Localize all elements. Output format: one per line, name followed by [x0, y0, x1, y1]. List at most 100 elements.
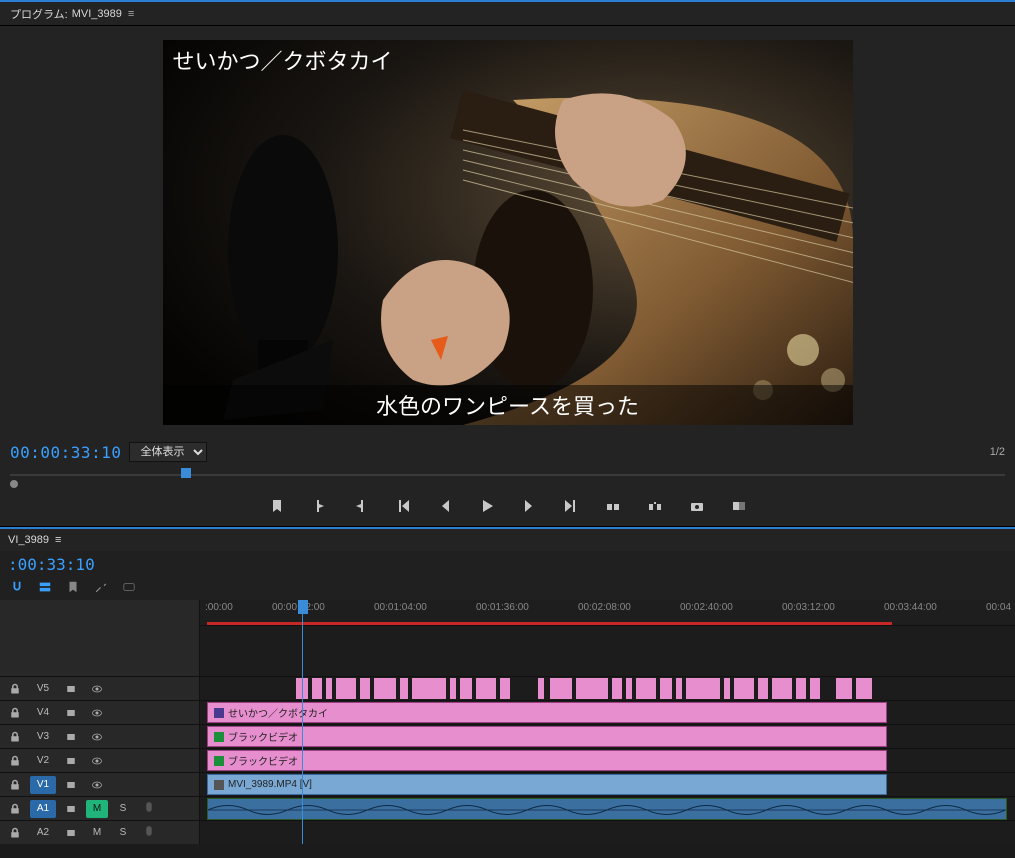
- track-v4[interactable]: せいかつ／クボタカイ: [200, 700, 1015, 724]
- panel-menu-icon[interactable]: ≡: [55, 534, 61, 546]
- eye-icon[interactable]: [86, 776, 108, 794]
- clip-segment[interactable]: [412, 678, 446, 699]
- clip-segment[interactable]: [576, 678, 608, 699]
- sync-lock-icon[interactable]: [60, 728, 82, 746]
- voiceover-icon[interactable]: [138, 824, 160, 842]
- clip-segment[interactable]: [724, 678, 730, 699]
- eye-icon[interactable]: [86, 752, 108, 770]
- clip-segment[interactable]: [550, 678, 572, 699]
- clip-segment[interactable]: [796, 678, 806, 699]
- clip-segment[interactable]: [460, 678, 472, 699]
- mute-button[interactable]: M: [86, 824, 108, 842]
- clip-segment[interactable]: [612, 678, 622, 699]
- track-header-v5[interactable]: V5: [0, 676, 199, 700]
- eye-icon[interactable]: [86, 704, 108, 722]
- track-header-a2[interactable]: A2 M S: [0, 820, 199, 844]
- clip-segment[interactable]: [836, 678, 852, 699]
- clip-segment[interactable]: [450, 678, 456, 699]
- clip-segment[interactable]: [326, 678, 332, 699]
- track-header-v4[interactable]: V4: [0, 700, 199, 724]
- caption-icon[interactable]: [120, 578, 138, 596]
- preview-viewport[interactable]: せいかつ／クボタカイ 水色のワンピースを買った: [0, 26, 1015, 438]
- clip-segment[interactable]: [676, 678, 682, 699]
- clip-segment[interactable]: [400, 678, 408, 699]
- sync-lock-icon[interactable]: [60, 776, 82, 794]
- track-a1[interactable]: [200, 796, 1015, 820]
- clip-v3[interactable]: ブラックビデオ: [207, 726, 887, 747]
- settings-icon[interactable]: [92, 578, 110, 596]
- clip-segment[interactable]: [734, 678, 754, 699]
- zoom-level-select[interactable]: 全体表示: [129, 442, 207, 462]
- eye-icon[interactable]: [86, 680, 108, 698]
- clip-segment[interactable]: [772, 678, 792, 699]
- clip-segment[interactable]: [686, 678, 720, 699]
- mute-button[interactable]: M: [86, 800, 108, 818]
- sync-lock-icon[interactable]: [60, 680, 82, 698]
- clip-segment[interactable]: [476, 678, 496, 699]
- track-a2[interactable]: [200, 820, 1015, 844]
- compare-icon[interactable]: [729, 496, 749, 516]
- scrub-handle[interactable]: [10, 480, 18, 488]
- track-label[interactable]: V1: [30, 776, 56, 794]
- clip-segment[interactable]: [636, 678, 656, 699]
- snap-icon[interactable]: [8, 578, 26, 596]
- solo-button[interactable]: S: [112, 800, 134, 818]
- clip-segment[interactable]: [360, 678, 370, 699]
- track-label[interactable]: V4: [30, 704, 56, 722]
- lock-icon[interactable]: [4, 704, 26, 722]
- goto-out-icon[interactable]: [561, 496, 581, 516]
- sync-lock-icon[interactable]: [60, 800, 82, 818]
- track-header-a1[interactable]: A1 M S: [0, 796, 199, 820]
- clip-segment[interactable]: [758, 678, 768, 699]
- track-header-v3[interactable]: V3: [0, 724, 199, 748]
- track-label[interactable]: A1: [30, 800, 56, 818]
- timeline-panel-header[interactable]: VI_3989 ≡: [0, 527, 1015, 551]
- track-v1[interactable]: MVI_3989.MP4 [V]: [200, 772, 1015, 796]
- export-frame-icon[interactable]: [687, 496, 707, 516]
- clip-v1[interactable]: MVI_3989.MP4 [V]: [207, 774, 887, 795]
- lock-icon[interactable]: [4, 728, 26, 746]
- mark-in-icon[interactable]: [309, 496, 329, 516]
- lock-icon[interactable]: [4, 680, 26, 698]
- step-forward-icon[interactable]: [519, 496, 539, 516]
- timeline-playhead[interactable]: [302, 600, 303, 844]
- sync-lock-icon[interactable]: [60, 752, 82, 770]
- clip-segment[interactable]: [336, 678, 356, 699]
- clip-segment[interactable]: [856, 678, 872, 699]
- clip-segment[interactable]: [810, 678, 820, 699]
- timeline-timecode[interactable]: :00:33:10: [8, 555, 95, 574]
- lock-icon[interactable]: [4, 752, 26, 770]
- track-label[interactable]: V2: [30, 752, 56, 770]
- track-v5[interactable]: [200, 676, 1015, 700]
- clip-segment[interactable]: [660, 678, 672, 699]
- track-label[interactable]: A2: [30, 824, 56, 842]
- timeline-playhead-head[interactable]: [298, 600, 308, 614]
- time-ruler[interactable]: :00:0000:00:32:0000:01:04:0000:01:36:000…: [200, 600, 1015, 626]
- clip-v2[interactable]: ブラックビデオ: [207, 750, 887, 771]
- step-back-icon[interactable]: [435, 496, 455, 516]
- program-timecode[interactable]: 00:00:33:10: [10, 443, 121, 462]
- lock-icon[interactable]: [4, 824, 26, 842]
- scrub-playhead[interactable]: [181, 468, 191, 478]
- clip-segment[interactable]: [500, 678, 510, 699]
- mark-out-icon[interactable]: [351, 496, 371, 516]
- clip-segment[interactable]: [538, 678, 544, 699]
- sync-lock-icon[interactable]: [60, 824, 82, 842]
- linked-selection-icon[interactable]: [36, 578, 54, 596]
- panel-menu-icon[interactable]: ≡: [128, 8, 134, 20]
- lift-icon[interactable]: [603, 496, 623, 516]
- extract-icon[interactable]: [645, 496, 665, 516]
- scrub-bar[interactable]: [10, 466, 1005, 488]
- resolution-fraction[interactable]: 1/2: [990, 446, 1005, 458]
- clip-segment[interactable]: [312, 678, 322, 699]
- track-label[interactable]: V3: [30, 728, 56, 746]
- timeline-tracks-area[interactable]: :00:0000:00:32:0000:01:04:0000:01:36:000…: [200, 600, 1015, 844]
- sync-lock-icon[interactable]: [60, 704, 82, 722]
- voiceover-icon[interactable]: [138, 800, 160, 818]
- marker-tool-icon[interactable]: [64, 578, 82, 596]
- goto-in-icon[interactable]: [393, 496, 413, 516]
- clip-v4[interactable]: せいかつ／クボタカイ: [207, 702, 887, 723]
- eye-icon[interactable]: [86, 728, 108, 746]
- track-label[interactable]: V5: [30, 680, 56, 698]
- clip-segment[interactable]: [374, 678, 396, 699]
